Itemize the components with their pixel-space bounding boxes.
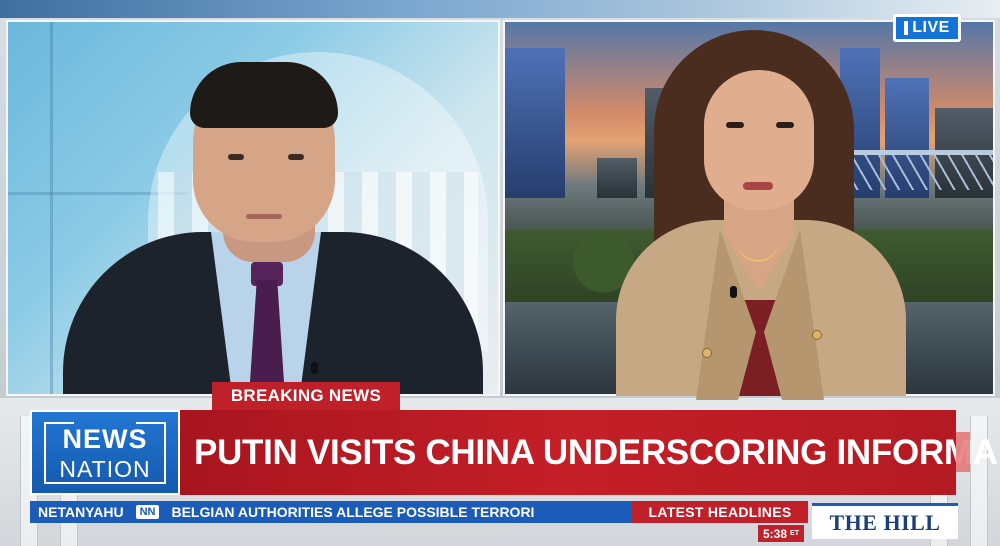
live-indicator-icon [904, 21, 909, 35]
partner-logo: THE HILL [812, 503, 958, 539]
left-video-feed [6, 20, 500, 396]
clock-time: 5:38 [763, 526, 788, 541]
clock-timezone: ET [790, 530, 799, 537]
breaking-news-tag: BREAKING NEWS [212, 382, 400, 410]
clock: 5:38 ET [758, 525, 804, 542]
ticker-item: NETANYAHU [38, 504, 124, 520]
network-logo: NEWS NATION [30, 410, 180, 495]
broadcast-frame: LIVE BREAKING NEWS NEWS NATION PUTIN VIS… [0, 0, 1000, 546]
headline-text: PUTIN VISITS CHINA UNDERSCORING INFORMAL… [194, 432, 1000, 472]
ticker-item: BELGIAN AUTHORITIES ALLEGE POSSIBLE TERR… [171, 504, 535, 520]
live-label: LIVE [912, 19, 950, 36]
ticker-separator: NN [135, 505, 160, 519]
headline-bar: PUTIN VISITS CHINA UNDERSCORING INFORMAL… [180, 410, 1000, 495]
latest-headlines-tag: LATEST HEADLINES [632, 501, 808, 523]
live-badge: LIVE [893, 14, 961, 42]
female-guest [616, 30, 916, 400]
network-logo-line1: NEWS [62, 424, 148, 454]
male-anchor [63, 62, 483, 394]
lapel-mic-icon [311, 362, 318, 374]
lapel-mic-icon [730, 286, 737, 298]
studio-backdrop-top [0, 0, 1000, 18]
partner-logo-text: THE HILL [829, 509, 941, 535]
network-logo-line2: NATION [59, 456, 151, 482]
